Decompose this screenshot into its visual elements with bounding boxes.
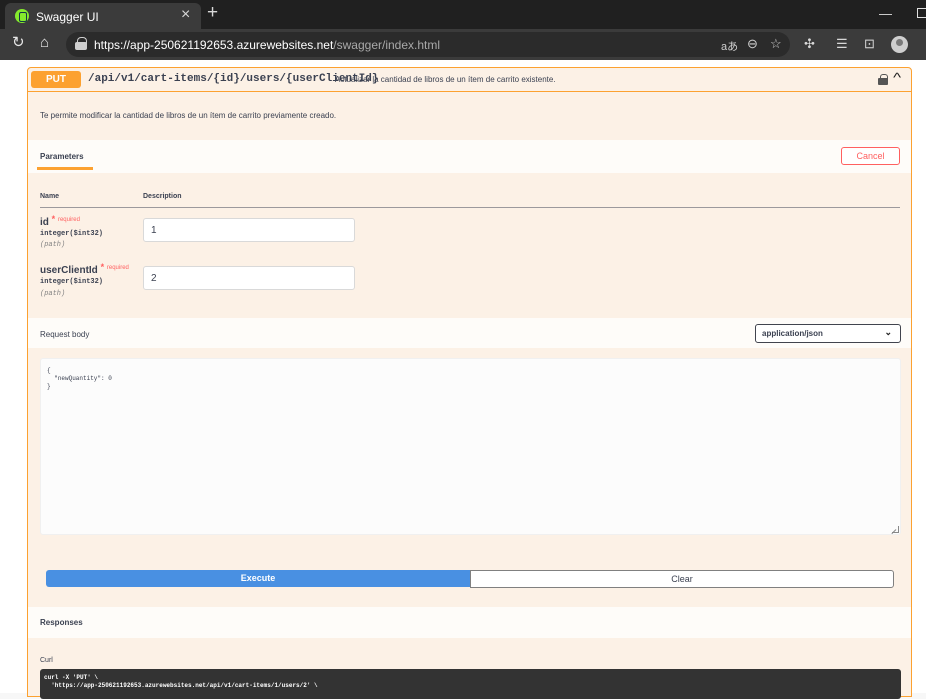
method-badge: PUT [31, 71, 81, 88]
body-line: { [47, 367, 51, 374]
swagger-favicon-icon [15, 9, 29, 23]
minimize-icon[interactable]: — [879, 6, 892, 21]
tab-parameters[interactable]: Parameters [40, 152, 84, 161]
param-type-userclientid: integer($int32) [40, 278, 104, 286]
operation-summary-text: Actualizar la cantidad de libros de un í… [335, 75, 556, 84]
request-body-label: Request body [40, 330, 90, 339]
extensions-icon[interactable]: ✣ [804, 36, 815, 52]
address-bar: ↻ ⌂ https://app-250621192653.azurewebsit… [0, 29, 926, 60]
tab-title: Swagger UI [36, 10, 99, 24]
request-body-editor[interactable]: { "newQuantity": 0 } [40, 358, 901, 535]
column-header-description: Description [143, 193, 182, 200]
home-icon[interactable]: ⌂ [40, 35, 49, 51]
content-type-select[interactable]: application/json ⌄ [755, 324, 901, 343]
favorites-icon[interactable]: ☰ [836, 36, 848, 52]
clear-button[interactable]: Clear [470, 570, 894, 588]
content-type-value: application/json [762, 329, 823, 338]
header-divider [40, 207, 900, 208]
tab-underline [37, 167, 93, 170]
profile-avatar[interactable] [891, 36, 908, 53]
url-path: /swagger/index.html [333, 38, 441, 52]
zoom-icon[interactable]: ⊖ [747, 36, 758, 52]
read-aloud-icon[interactable]: aあ [721, 38, 738, 54]
cancel-button[interactable]: Cancel [841, 147, 900, 165]
operation-description: Te permite modificar la cantidad de libr… [40, 111, 337, 120]
authorize-lock-icon[interactable] [878, 74, 888, 85]
id-input[interactable]: 1 [143, 218, 355, 242]
favorite-star-icon[interactable]: ☆ [770, 36, 782, 52]
browser-tab-bar: Swagger UI × + — [0, 0, 926, 29]
lock-icon[interactable] [75, 37, 87, 50]
browser-tab[interactable]: Swagger UI × [5, 3, 201, 29]
parameters-header: Parameters Cancel [28, 140, 911, 173]
curl-label: Curl [40, 657, 53, 664]
param-name-id: id * required [40, 214, 80, 228]
curl-line: curl -X 'PUT' \ [44, 674, 99, 681]
url-field[interactable]: https://app-250621192653.azurewebsites.n… [66, 32, 790, 57]
user-client-id-input[interactable]: 2 [143, 266, 355, 290]
chevron-up-icon[interactable]: ^ [893, 70, 901, 85]
operation-summary[interactable]: PUT /api/v1/cart-items/{id}/users/{userC… [28, 68, 911, 92]
tab-close-icon[interactable]: × [181, 6, 190, 24]
param-location-userclientid: (path) [40, 290, 66, 298]
resize-handle-icon[interactable] [892, 526, 899, 533]
chevron-down-icon: ⌄ [884, 327, 892, 337]
new-tab-button[interactable]: + [207, 2, 218, 24]
request-body-header: Request body application/json ⌄ [28, 318, 911, 348]
refresh-icon[interactable]: ↻ [12, 35, 25, 51]
screenshot-icon[interactable]: ⊡ [864, 36, 875, 52]
body-line: "newQuantity": 0 [47, 375, 112, 382]
responses-label: Responses [40, 618, 83, 627]
maximize-icon[interactable] [917, 8, 926, 18]
swagger-page: PUT /api/v1/cart-items/{id}/users/{userC… [0, 60, 926, 699]
param-type-id: integer($int32) [40, 230, 104, 238]
curl-line: 'https://app-250621192653.azurewebsites.… [44, 682, 318, 689]
param-name-userclientid: userClientId * required [40, 262, 129, 276]
curl-code-block[interactable]: curl -X 'PUT' \ 'https://app-25062119265… [40, 669, 901, 699]
execute-button[interactable]: Execute [46, 570, 470, 587]
operation-block: PUT /api/v1/cart-items/{id}/users/{userC… [27, 67, 912, 699]
url-host: https://app-250621192653.azurewebsites.n… [94, 38, 334, 52]
body-line: } [47, 383, 51, 390]
column-header-name: Name [40, 193, 60, 200]
responses-header: Responses [28, 607, 911, 638]
param-location-id: (path) [40, 241, 66, 249]
